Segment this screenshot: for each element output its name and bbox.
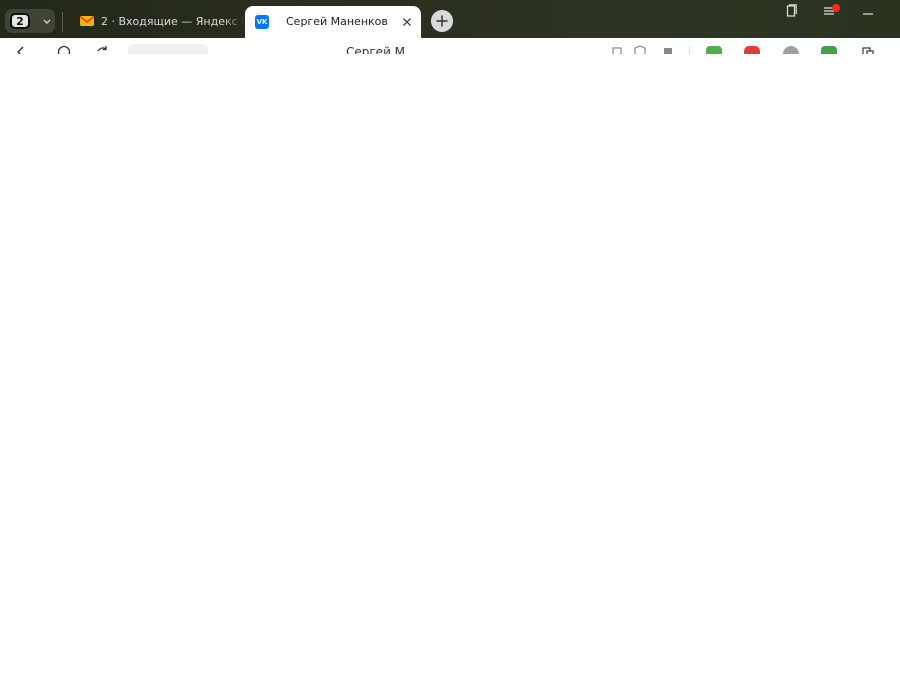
tab-title: 2 · Входящие — Яндекс Почта [101,14,245,28]
green-shield-extension-icon[interactable] [821,46,837,54]
tab-title: Сергей Маненков [286,15,388,28]
protect-icon[interactable] [633,45,647,54]
back-arrow-icon[interactable] [15,45,29,54]
address-bar-title[interactable]: Сергей М... [346,45,416,54]
forward-arrow-icon[interactable] [57,45,71,54]
tab-yandex-mail[interactable]: 2 · Входящие — Яндекс Почта [71,8,245,34]
browser-titlebar: 2 2 · Входящие — Яндекс Почта VK Сергей … [0,0,900,38]
chevron-down-icon [43,19,51,24]
close-tab-icon[interactable] [400,15,414,29]
red-extension-icon[interactable] [744,46,760,54]
tab-vk-profile[interactable]: VK Сергей Маненков [245,6,421,38]
address-bar-chip[interactable] [128,44,208,54]
downloads-icon[interactable] [861,45,875,54]
copy-link-icon[interactable] [610,45,624,54]
notification-dot [832,4,840,12]
tab-divider [62,12,63,32]
vk-icon: VK [255,15,269,29]
page-content-blank [0,54,900,674]
tab-count-badge: 2 [10,13,30,29]
bookmark-icon[interactable] [661,45,675,54]
yandex-mail-icon [80,16,94,26]
browser-toolbar: Сергей М... [0,38,900,54]
collections-icon[interactable] [784,4,798,18]
shield-extension-icon[interactable] [706,46,722,54]
gray-extension-icon[interactable] [783,46,799,54]
reload-icon[interactable] [95,45,109,54]
minimize-icon[interactable] [861,4,875,18]
tab-manager-button[interactable]: 2 [5,9,55,33]
vk-icon-letters: VK [256,18,268,26]
toolbar-divider [689,46,690,54]
new-tab-button[interactable] [431,10,453,32]
